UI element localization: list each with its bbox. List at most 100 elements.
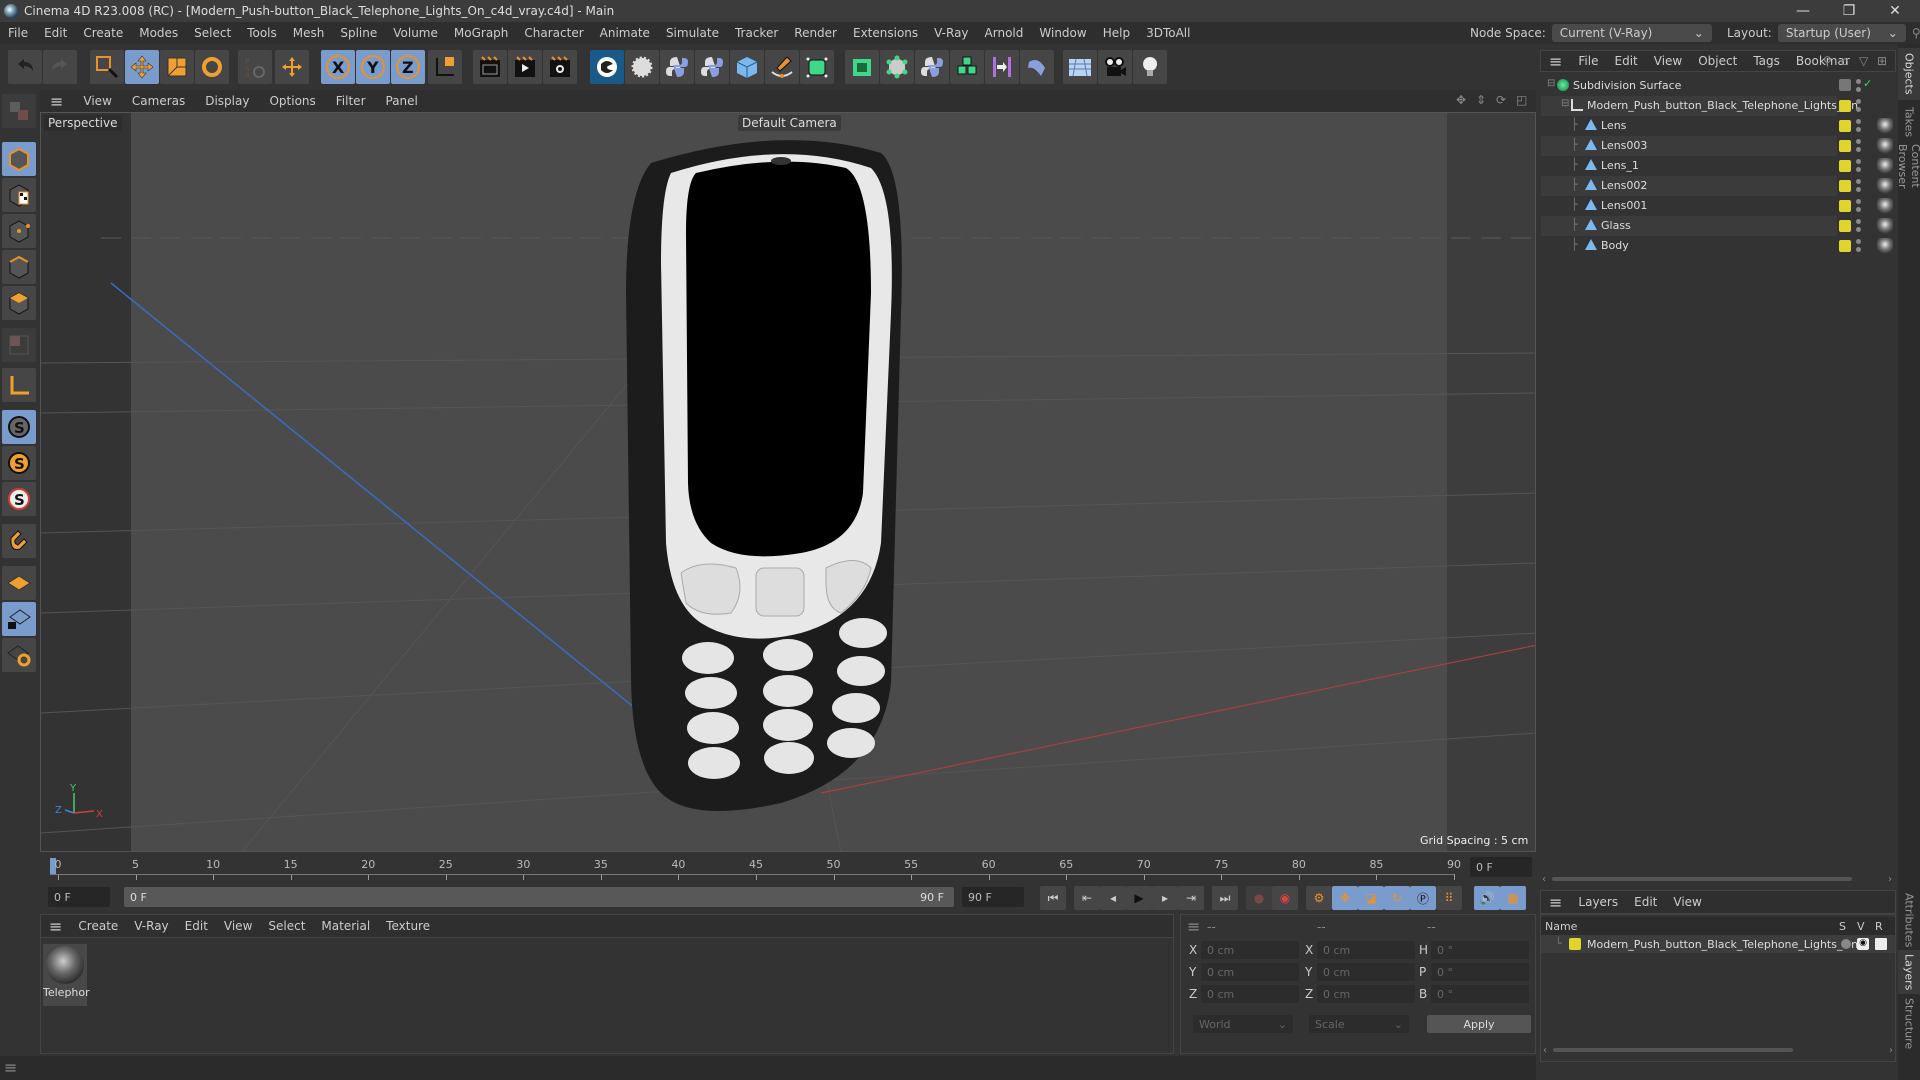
edges-mode-button[interactable] (2, 250, 36, 284)
menu-extensions[interactable]: Extensions (845, 26, 926, 40)
visibility-eye-icon[interactable]: ◉ (1857, 938, 1869, 950)
snap-settings-button[interactable]: S (2, 446, 36, 480)
previous-key-button[interactable]: ⇤ (1074, 886, 1100, 910)
layer-color-swatch[interactable] (1839, 240, 1851, 252)
camera-label[interactable]: Default Camera (738, 115, 841, 131)
python-button-2[interactable] (695, 50, 729, 84)
restore-button[interactable]: ❐ (1826, 0, 1872, 22)
snap-button[interactable]: S (2, 410, 36, 444)
menu-vray[interactable]: V-Ray (926, 26, 976, 40)
material-menu-vray[interactable]: V-Ray (126, 919, 176, 933)
menu-modes[interactable]: Modes (131, 26, 186, 40)
material-menu-select[interactable]: Select (260, 919, 313, 933)
hamburger-menu-icon[interactable]: ≡ (41, 917, 70, 936)
frame-range-slider[interactable]: 0 F 90 F (124, 887, 954, 907)
tab-layers[interactable]: Layers (1898, 950, 1920, 994)
material-item[interactable]: Telephor (43, 944, 90, 1006)
sound-button[interactable]: 🔊 (1474, 886, 1500, 910)
texture-mode-button[interactable] (2, 178, 36, 212)
layer-color-swatch[interactable] (1839, 120, 1851, 132)
menu-edit[interactable]: Edit (36, 26, 75, 40)
hamburger-menu-icon[interactable]: ≡ (1541, 893, 1570, 912)
hamburger-menu-icon[interactable]: ≡ (1541, 52, 1570, 71)
floor-button[interactable] (1063, 50, 1097, 84)
material-menu-view[interactable]: View (216, 919, 260, 933)
undo-button[interactable] (8, 50, 42, 84)
menu-file[interactable]: File (0, 26, 36, 40)
layer-color-swatch[interactable] (1839, 140, 1851, 152)
tab-structure[interactable]: Structure (1898, 996, 1920, 1052)
python-button-3[interactable] (915, 50, 949, 84)
magnet-button[interactable] (2, 524, 36, 558)
cloner-button[interactable] (950, 50, 984, 84)
make-editable-button[interactable] (2, 94, 36, 128)
move-button[interactable] (125, 50, 159, 84)
layer-color-swatch[interactable] (1839, 200, 1851, 212)
key-scale-button[interactable]: ◪ (1358, 886, 1384, 910)
coord-field[interactable]: 0 cm (1201, 941, 1299, 959)
tab-content-browser[interactable]: Content Browser (1896, 144, 1920, 234)
current-frame-field[interactable]: 0 F (1470, 857, 1532, 877)
pen-button[interactable] (765, 50, 799, 84)
camera-button[interactable] (1098, 50, 1132, 84)
filter-icon[interactable]: ▽ (1859, 54, 1868, 68)
y-axis-button[interactable]: Y (356, 50, 390, 84)
visibility-dots[interactable] (1856, 79, 1861, 93)
coord-field[interactable]: 0 cm (1317, 963, 1415, 981)
menu-select[interactable]: Select (186, 26, 239, 40)
go-to-start-button[interactable]: ⏮ (1040, 886, 1066, 910)
coordinate-system-button[interactable] (428, 50, 462, 84)
visibility-dots[interactable] (1856, 159, 1861, 173)
material-menu-edit[interactable]: Edit (177, 919, 216, 933)
layer-color-swatch[interactable] (1569, 938, 1581, 950)
object-horizontal-scrollbar[interactable]: ‹ › (1542, 874, 1892, 885)
redo-button[interactable] (43, 50, 77, 84)
tab-takes[interactable]: Takes (1898, 102, 1920, 142)
search-icon[interactable]: ⚲ (1912, 26, 1920, 40)
gear-spline-button[interactable] (625, 50, 659, 84)
menu-animate[interactable]: Animate (592, 26, 658, 40)
menu-3dtoall[interactable]: 3DToAll (1138, 26, 1198, 40)
menu-spline[interactable]: Spline (332, 26, 385, 40)
close-button[interactable]: ✕ (1872, 0, 1918, 22)
dolly-view-icon[interactable]: ⇕ (1476, 93, 1486, 107)
coord-field[interactable]: 0 ° (1431, 941, 1529, 959)
symmetry-button[interactable] (985, 50, 1019, 84)
uv-mode-button[interactable] (2, 328, 36, 362)
viewport-menu-display[interactable]: Display (195, 94, 259, 108)
minimize-button[interactable]: — (1780, 0, 1826, 22)
menu-volume[interactable]: Volume (385, 26, 446, 40)
subdivision-button[interactable] (800, 50, 834, 84)
object-tree-row[interactable]: ├ Glass (1541, 216, 1893, 236)
timeline-button[interactable]: ▦ (1500, 886, 1526, 910)
previous-frame-button[interactable]: ◂ (1100, 886, 1126, 910)
material-menu-texture[interactable]: Texture (378, 919, 438, 933)
editor-toggle[interactable] (1839, 79, 1851, 91)
coord-field[interactable]: 0 ° (1431, 985, 1529, 1003)
key-parameter-button[interactable]: Ⓟ (1410, 886, 1436, 910)
material-menu-create[interactable]: Create (70, 919, 126, 933)
layer-color-swatch[interactable] (1839, 100, 1851, 112)
transform-mode-dropdown[interactable]: Scale ⌄ (1309, 1015, 1409, 1033)
material-tag-icon[interactable] (1877, 138, 1893, 154)
object-tree-row[interactable]: ⊟ Subdivision Surface ✓ (1541, 76, 1872, 96)
viewport-menu-options[interactable]: Options (259, 94, 325, 108)
pan-view-icon[interactable]: ✥ (1456, 93, 1466, 107)
visibility-dots[interactable] (1856, 239, 1861, 253)
timeline-ruler[interactable]: 0 5 10 15 20 25 30 35 40 45 50 55 60 65 70 75 80 85 90 0 F (40, 852, 1536, 882)
menu-help[interactable]: Help (1095, 26, 1138, 40)
menu-tools[interactable]: Tools (239, 26, 285, 40)
render-settings-button[interactable] (543, 50, 577, 84)
material-tag-icon[interactable] (1877, 158, 1893, 174)
coordinate-mode-dropdown[interactable]: World ⌄ (1193, 1015, 1293, 1033)
points-mode-button[interactable] (2, 214, 36, 248)
x-axis-button[interactable]: X (321, 50, 355, 84)
workplane-button[interactable] (2, 566, 36, 600)
snap-workplane-button[interactable]: S (2, 482, 36, 516)
hamburger-menu-icon[interactable]: ≡ (4, 1058, 17, 1077)
key-rotation-button[interactable]: ↻ (1384, 886, 1410, 910)
home-icon[interactable]: ⌂ (1841, 54, 1849, 68)
render-toggle-icon[interactable] (1875, 938, 1887, 950)
search-icon[interactable]: ⚲ (1823, 54, 1832, 68)
rotate-button[interactable] (195, 50, 229, 84)
